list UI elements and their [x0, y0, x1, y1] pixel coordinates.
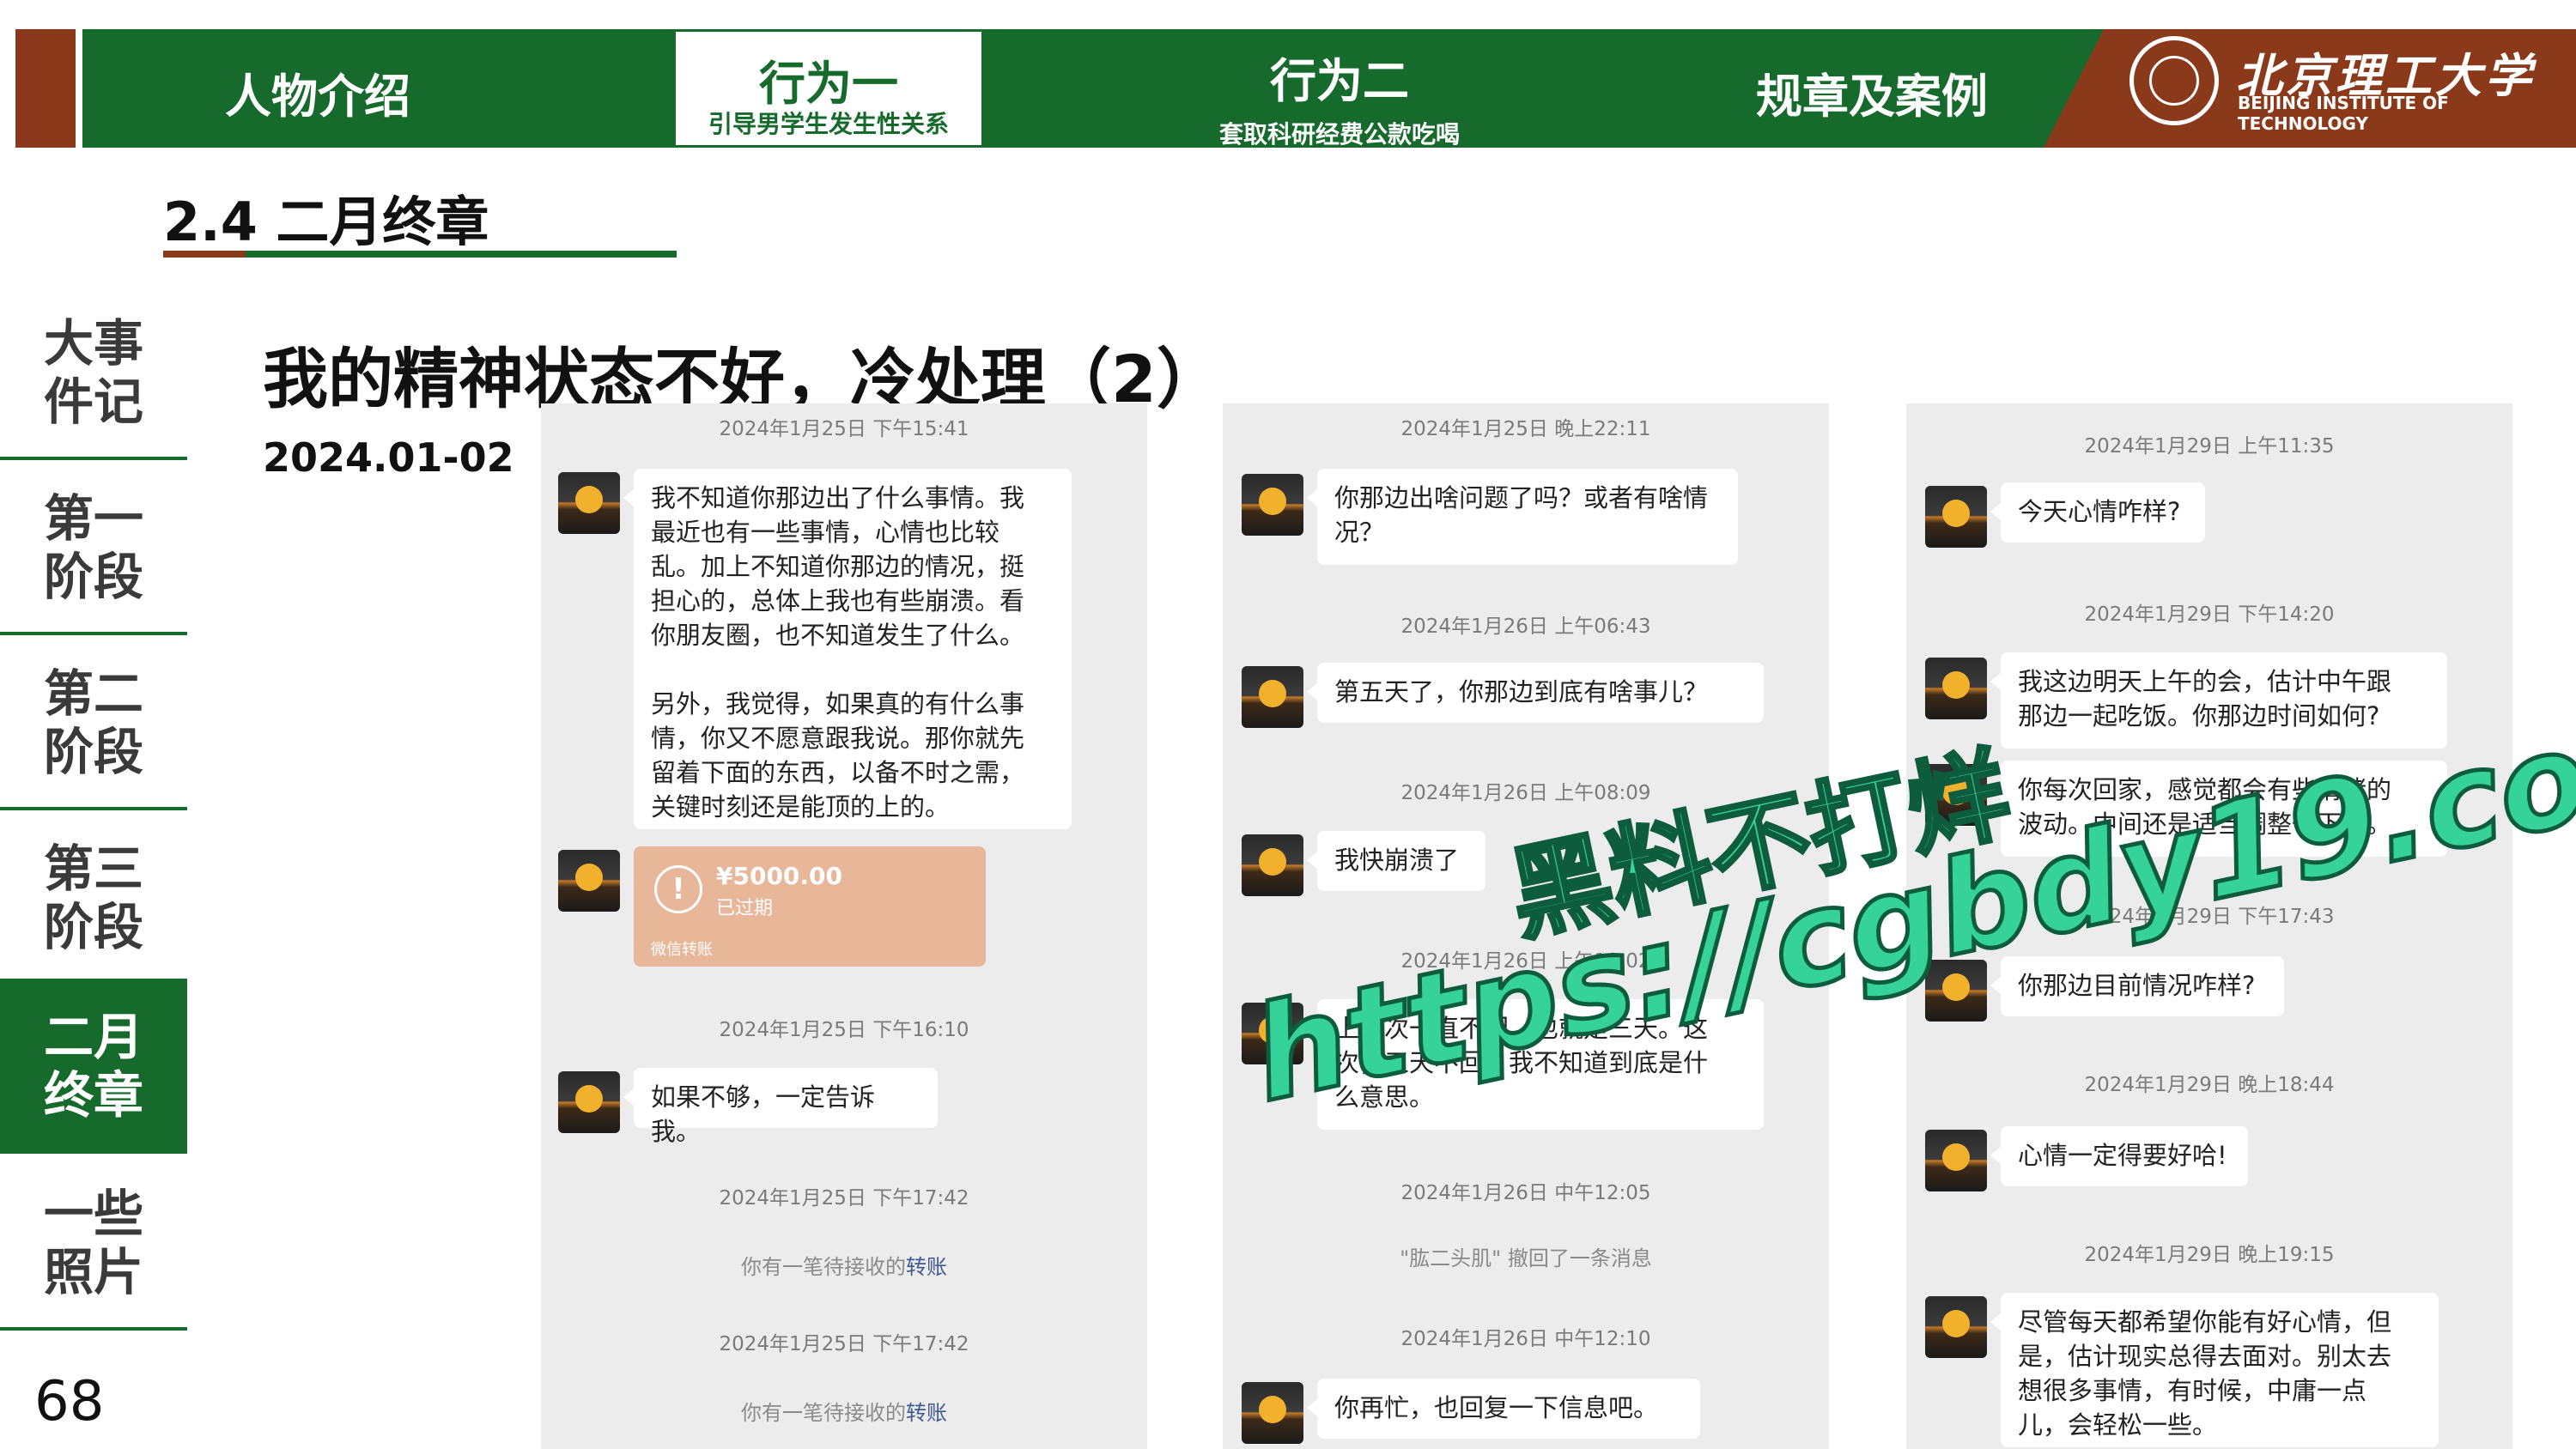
- chat-screenshot-3: 2024年1月29日 上午11:35 今天心情咋样? 2024年1月29日 下午…: [1906, 403, 2512, 1449]
- transfer-footer: 微信转账: [651, 941, 713, 959]
- chat-timestamp: 2024年1月25日 下午16:10: [719, 1019, 969, 1041]
- avatar: [1925, 960, 1987, 1022]
- chat-timestamp: 2024年1月25日 下午17:42: [719, 1333, 969, 1355]
- chat-bubble: 你那边出啥问题了吗？或者有啥情 况？: [1307, 469, 1738, 565]
- nav-tab-behavior-2-title: 行为二: [1270, 54, 1409, 108]
- chat-bubble: 你再忙，也回复一下信息吧。: [1307, 1379, 1700, 1439]
- sidebar-item-label: 二月 终章: [43, 1008, 143, 1125]
- system-message: "肱二头肌" 撤回了一条消息: [1400, 1246, 1652, 1270]
- chat-timestamp: 2024年1月29日 下午17:43: [2084, 906, 2335, 928]
- sidebar-item-stage-1[interactable]: 第一 阶段: [0, 464, 187, 635]
- nav-tab-behavior-1-subtitle: 引导男学生发生性关系: [708, 110, 949, 138]
- section-title-underline: [246, 251, 677, 258]
- chat-timestamp: 2024年1月26日 上午10:02: [1400, 950, 1651, 973]
- slide-date: 2024.01-02: [263, 434, 514, 481]
- chat-timestamp: 2024年1月29日 晚上18:44: [2084, 1074, 2335, 1096]
- transfer-card[interactable]: ! ¥5000.00 已过期 微信转账: [634, 846, 986, 967]
- avatar: [1925, 1130, 1987, 1191]
- chat-timestamp: 2024年1月25日 晚上22:11: [1400, 418, 1651, 440]
- avatar: [1242, 474, 1303, 536]
- sidebar-item-label: 第一 阶段: [43, 489, 143, 606]
- avatar: [558, 1071, 620, 1133]
- nav-left-accent: [15, 29, 76, 148]
- section-title: 2.4 二月终章: [163, 191, 489, 253]
- section-title-underline-accent: [163, 251, 246, 258]
- chat-bubble: 你那边目前情况咋样?: [1990, 956, 2284, 1016]
- avatar: [558, 850, 620, 912]
- chat-timestamp: 2024年1月25日 下午15:41: [719, 418, 969, 440]
- avatar: [1925, 658, 1987, 719]
- university-emblem-icon: [2129, 36, 2219, 125]
- system-message: 你有一笔待接收的转账: [541, 1250, 1147, 1280]
- avatar: [558, 472, 620, 534]
- chat-bubble: 第五天了，你那边到底有啥事儿？: [1307, 663, 1764, 723]
- chat-bubble: 心情一定得要好哈!: [1990, 1126, 2248, 1186]
- page-number: 68: [34, 1370, 105, 1434]
- chat-timestamp: 2024年1月29日 上午11:35: [2084, 435, 2335, 458]
- transfer-link[interactable]: 转账: [906, 1255, 947, 1279]
- avatar: [1242, 1003, 1303, 1064]
- transfer-amount: ¥5000.00: [716, 862, 843, 890]
- avatar: [1925, 1296, 1987, 1358]
- nav-tab-rules[interactable]: 规章及案例: [1726, 58, 2018, 126]
- nav-tab-behavior-1[interactable]: 行为一 引导男学生发生性关系: [673, 29, 984, 148]
- avatar: [1242, 834, 1303, 896]
- nav-tab-behavior-1-title: 行为一: [759, 57, 898, 111]
- chat-timestamp: 2024年1月25日 下午17:42: [719, 1187, 969, 1210]
- chat-timestamp: 2024年1月29日 晚上19:15: [2084, 1244, 2335, 1266]
- sidebar-item-stage-3[interactable]: 第三 阶段: [0, 814, 187, 985]
- alert-icon: !: [654, 865, 702, 913]
- chat-timestamp: 2024年1月26日 中午12:05: [1400, 1182, 1651, 1204]
- chat-screenshot-2: 2024年1月25日 晚上22:11 你那边出啥问题了吗？或者有啥情 况？ 20…: [1223, 403, 1829, 1449]
- sidebar-item-events[interactable]: 大事 件记: [0, 288, 187, 460]
- sidebar-item-stage-2[interactable]: 第二 阶段: [0, 639, 187, 810]
- system-message: 你有一笔待接收的转账: [541, 1396, 1147, 1426]
- chat-bubble: 你每次回家，感觉都会有些情绪的 波动。中间还是适当调整一下吧。: [1990, 761, 2447, 857]
- sidebar-item-label: 大事 件记: [43, 314, 143, 431]
- transfer-status: 已过期: [716, 898, 774, 919]
- chat-bubble: 上一次一直不回，也就是三天。这 次，五天不回，我不知道到底是什 么意思。: [1307, 999, 1764, 1130]
- nav-tab-behavior-2-subtitle: 套取科研经费公款吃喝: [1218, 120, 1460, 149]
- avatar: [1242, 1382, 1303, 1444]
- avatar: [1925, 486, 1987, 548]
- system-message-text: 你有一笔待接收的: [741, 1255, 906, 1279]
- transfer-link[interactable]: 转账: [906, 1401, 947, 1425]
- chat-timestamp: 2024年1月29日 下午14:20: [2084, 603, 2335, 626]
- nav-tab-intro[interactable]: 人物介绍: [197, 58, 438, 126]
- chat-bubble: 如果不够，一定告诉我。: [623, 1068, 938, 1146]
- chat-timestamp: 2024年1月26日 中午12:10: [1400, 1328, 1651, 1350]
- chat-bubble: 我这边明天上午的会，估计中午跟 那边一起吃饭。你那边时间如何?: [1990, 652, 2447, 749]
- chat-bubble: 尽管每天都希望你能有好心情，但 是，估计现实总得去面对。别太去 想很多事情，有时…: [1990, 1293, 2439, 1447]
- sidebar-item-label: 第二 阶段: [43, 664, 143, 781]
- system-message-text: 你有一笔待接收的: [741, 1401, 906, 1425]
- chat-bubble: 我快崩溃了: [1307, 831, 1485, 891]
- nav-tab-behavior-2[interactable]: 行为二 套取科研经费公款吃喝: [1185, 43, 1494, 150]
- chat-screenshot-1: 2024年1月25日 下午15:41 我不知道你那边出了什么事情。我 最近也有一…: [541, 403, 1147, 1449]
- sidebar-item-february-finale[interactable]: 二月 终章: [0, 979, 187, 1154]
- university-name-en: BEIJING INSTITUTE OF TECHNOLOGY: [2238, 93, 2449, 134]
- chat-timestamp: 2024年1月26日 上午06:43: [1400, 615, 1651, 638]
- avatar: [1925, 764, 1987, 826]
- chat-timestamp: 2024年1月26日 上午08:09: [1400, 782, 1651, 804]
- sidebar-item-label: 第三 阶段: [43, 840, 143, 956]
- chat-bubble: 今天心情咋样?: [1990, 482, 2205, 543]
- sidebar-item-photos[interactable]: 一些 照片: [0, 1159, 187, 1331]
- sidebar-item-label: 一些 照片: [43, 1185, 143, 1301]
- chat-bubble: 我不知道你那边出了什么事情。我 最近也有一些事情，心情也比较 乱。加上不知道你那…: [623, 469, 1072, 829]
- avatar: [1242, 666, 1303, 728]
